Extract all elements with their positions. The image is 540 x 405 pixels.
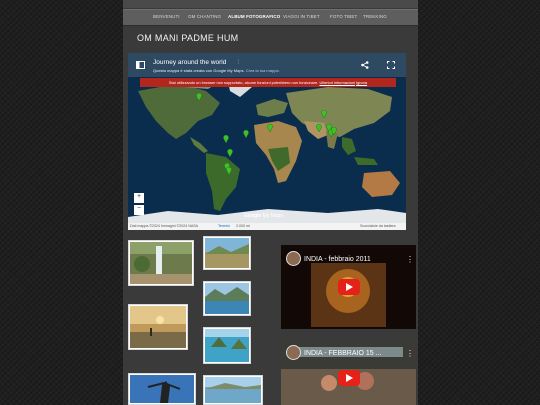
map-terms-link[interactable]: Termini	[218, 223, 230, 230]
zoom-out-button[interactable]: −	[134, 205, 144, 215]
map-sidebar-icon[interactable]	[136, 61, 145, 69]
map-marker-egypt[interactable]	[267, 124, 273, 132]
nav-item-album-fotografico[interactable]: ALBUM FOTOGRAFICO	[228, 14, 280, 19]
photo-thumb-waterfall[interactable]	[128, 240, 194, 286]
map-marker-bolivia[interactable]	[227, 149, 233, 157]
top-strip	[123, 0, 418, 8]
photo-thumb-tree-sky[interactable]	[128, 373, 196, 405]
site-title: OM MANI PADME HUM	[137, 33, 239, 43]
photo-thumb-island-bay[interactable]	[203, 327, 251, 364]
youtube-video-1[interactable]: INDIA - febbraio 2011 ⋮	[281, 245, 416, 329]
youtube-play-button[interactable]	[338, 279, 360, 295]
youtube-play-button[interactable]	[338, 370, 360, 386]
nav-item-trekking[interactable]: TREKKING	[363, 14, 387, 19]
google-logo-text: Google	[244, 213, 262, 219]
map-title[interactable]: Journey around the world	[153, 59, 226, 66]
map-scale: 2.000 mi	[236, 224, 250, 228]
map-attribution-bar: Dati mappa ©2024 Immagini ©2024 NASA Ter…	[128, 223, 406, 230]
map-create-link[interactable]: Crea la tua mappa.	[246, 68, 280, 73]
map-subtitle: Questa mappa è stata creata con Google M…	[153, 68, 245, 73]
map-header: Journey around the world ⋮ Questa mappa …	[128, 53, 406, 77]
photo-image	[205, 377, 261, 403]
map-shortcuts-link[interactable]: Scorciatoie da tastiera	[360, 223, 396, 230]
main-nav: BENVENUTI OM CHANTING ALBUM FOTOGRAFICO …	[123, 9, 418, 26]
map-marker-india-north[interactable]	[316, 124, 322, 132]
nav-item-foto-tibet[interactable]: FOTO TIBET	[330, 14, 357, 19]
map-marker-tibet[interactable]	[321, 110, 327, 118]
nav-item-viaggi-in-tibet[interactable]: VIAGGI IN TIBET	[283, 14, 320, 19]
fullscreen-icon[interactable]	[387, 61, 395, 69]
map-marker-north-america[interactable]	[196, 93, 202, 101]
channel-avatar[interactable]	[286, 345, 301, 360]
map-subtitle-row: Questa mappa è stata creata con Google M…	[153, 68, 280, 73]
map-canvas[interactable]: + − Google My Maps Dati mappa ©2024 Imma…	[128, 77, 406, 230]
mymaps-logo-text: My Maps	[262, 213, 283, 219]
video-menu-icon[interactable]: ⋮	[406, 349, 414, 358]
channel-avatar[interactable]	[286, 251, 301, 266]
map-marker-peru[interactable]	[223, 135, 229, 143]
warning-ignore-link[interactable]: Ignora	[356, 80, 367, 85]
browser-warning-banner: Stai utilizzando un browser non supporta…	[140, 78, 396, 87]
map-marker-brazil[interactable]	[243, 130, 249, 138]
video-menu-icon[interactable]: ⋮	[406, 255, 414, 264]
photo-image	[130, 242, 192, 284]
nav-item-om-chanting[interactable]: OM CHANTING	[188, 14, 221, 19]
map-marker-patagonia[interactable]	[226, 167, 232, 175]
photo-thumb-mountain-valley[interactable]	[203, 236, 251, 270]
nav-item-benvenuti[interactable]: BENVENUTI	[153, 14, 180, 19]
video-title[interactable]: INDIA - FEBBRAIO 15 ...	[304, 350, 381, 357]
photo-thumb-coast[interactable]	[203, 375, 263, 405]
zoom-in-button[interactable]: +	[134, 193, 144, 203]
share-icon[interactable]	[361, 61, 369, 69]
map-info-icon[interactable]: ⋮	[236, 59, 241, 65]
embedded-map[interactable]: Journey around the world ⋮ Questa mappa …	[128, 53, 406, 230]
video-title[interactable]: INDIA - febbraio 2011	[304, 256, 371, 263]
warning-more-info-link[interactable]: Ulteriori informazioni	[319, 80, 354, 85]
photo-image	[205, 283, 249, 314]
map-attribution: Dati mappa ©2024 Immagini ©2024 NASA	[130, 224, 199, 228]
world-satellite-map	[128, 77, 406, 230]
youtube-video-2[interactable]: INDIA - FEBBRAIO 15 ... ⋮	[281, 339, 416, 405]
photo-thumb-lake-mountains[interactable]	[203, 281, 251, 316]
photo-image	[130, 375, 194, 403]
photo-image	[130, 306, 186, 348]
photo-thumb-sunset-beach[interactable]	[128, 304, 188, 350]
photo-image	[205, 329, 249, 362]
map-marker-thailand[interactable]	[331, 127, 337, 135]
photo-image	[205, 238, 249, 268]
page-container: BENVENUTI OM CHANTING ALBUM FOTOGRAFICO …	[123, 0, 418, 405]
google-mymaps-logo: Google My Maps	[244, 213, 283, 219]
browser-warning-text: Stai utilizzando un browser non supporta…	[168, 80, 319, 85]
